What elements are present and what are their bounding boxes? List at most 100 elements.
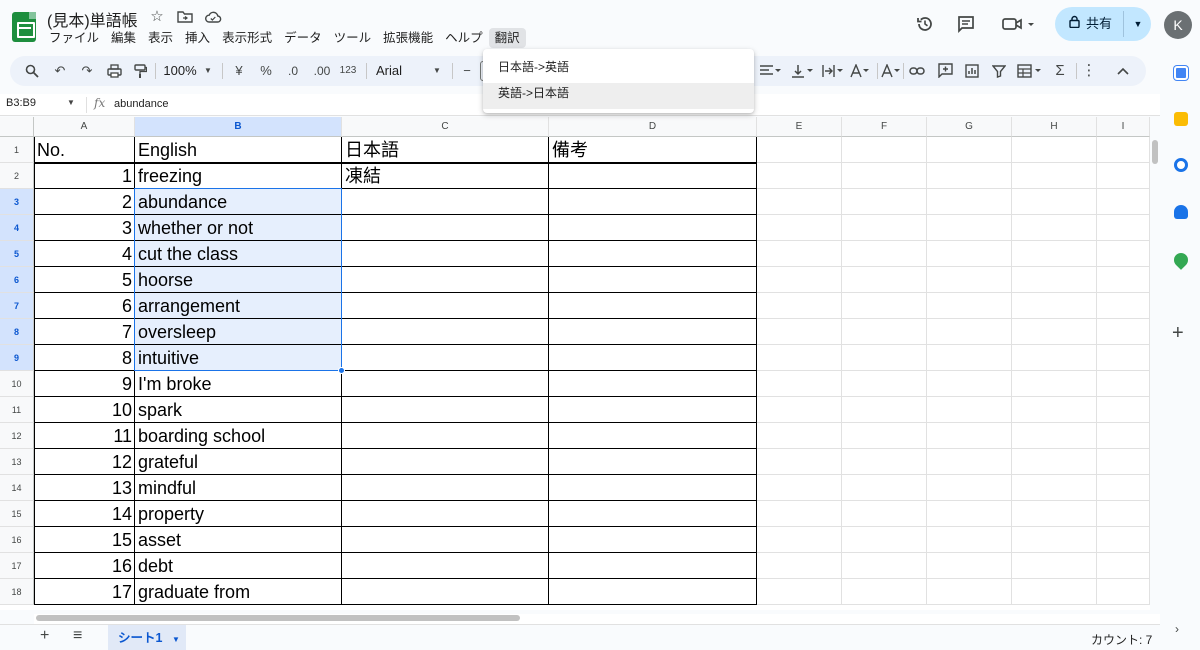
english-cell[interactable]: boarding school xyxy=(135,423,342,449)
meet-icon[interactable] xyxy=(998,8,1038,40)
add-sheet-icon[interactable]: + xyxy=(40,627,49,645)
note-cell[interactable] xyxy=(549,319,757,345)
header-cell[interactable]: 備考 xyxy=(549,137,757,163)
row-header-4[interactable]: 4 xyxy=(0,215,34,241)
sheet-tab-caret-icon[interactable]: ▼ xyxy=(172,635,180,644)
filter-icon[interactable] xyxy=(988,56,1010,86)
header-cell[interactable]: English xyxy=(135,137,342,163)
percent-format-button[interactable]: % xyxy=(256,56,276,86)
move-folder-icon[interactable] xyxy=(176,8,194,26)
number-cell[interactable]: 4 xyxy=(34,241,135,267)
english-cell[interactable]: freezing xyxy=(135,163,342,189)
column-header-c[interactable]: C xyxy=(342,117,549,137)
note-cell[interactable] xyxy=(549,163,757,189)
font-size-decrease-button[interactable]: − xyxy=(460,56,474,86)
number-cell[interactable]: 9 xyxy=(34,371,135,397)
menu-item-ja-to-en[interactable]: 日本語->英語 xyxy=(483,57,754,83)
font-select[interactable]: Arial xyxy=(376,56,436,86)
japanese-cell[interactable] xyxy=(342,215,549,241)
english-cell[interactable]: spark xyxy=(135,397,342,423)
formula-input[interactable]: abundance xyxy=(114,98,168,110)
collapse-icon[interactable] xyxy=(1114,56,1132,86)
menu-help[interactable]: ヘルプ xyxy=(439,28,489,48)
maps-icon[interactable] xyxy=(1171,250,1191,270)
row-header-6[interactable]: 6 xyxy=(0,267,34,293)
avatar[interactable]: K xyxy=(1164,11,1192,39)
number-cell[interactable]: 3 xyxy=(34,215,135,241)
row-header-8[interactable]: 8 xyxy=(0,319,34,345)
increase-decimals-button[interactable]: .00 xyxy=(309,56,335,86)
comment-icon[interactable] xyxy=(950,8,982,40)
menu-translate[interactable]: 翻訳 xyxy=(488,28,526,48)
history-icon[interactable] xyxy=(909,8,941,40)
row-header-10[interactable]: 10 xyxy=(0,371,34,397)
paint-format-icon[interactable] xyxy=(130,56,150,86)
menu-insert[interactable]: 挿入 xyxy=(179,28,216,48)
more-icon[interactable]: ⋮ xyxy=(1080,56,1098,86)
calendar-icon[interactable] xyxy=(1174,66,1188,80)
japanese-cell[interactable] xyxy=(342,293,549,319)
contacts-icon[interactable] xyxy=(1174,205,1188,219)
japanese-cell[interactable] xyxy=(342,397,549,423)
japanese-cell[interactable] xyxy=(342,501,549,527)
column-header-a[interactable]: A xyxy=(34,117,135,137)
note-cell[interactable] xyxy=(549,293,757,319)
currency-format-button[interactable]: ¥ xyxy=(230,56,248,86)
selection-count[interactable]: カウント: 7 xyxy=(1091,631,1152,648)
note-cell[interactable] xyxy=(549,397,757,423)
japanese-cell[interactable] xyxy=(342,449,549,475)
zoom-caret-icon[interactable]: ▼ xyxy=(202,56,214,86)
add-addon-icon[interactable]: + xyxy=(1172,322,1184,345)
all-sheets-icon[interactable]: ≡ xyxy=(73,627,82,645)
expand-panel-icon[interactable]: › xyxy=(1175,622,1179,636)
japanese-cell[interactable] xyxy=(342,241,549,267)
chart-icon[interactable] xyxy=(961,56,983,86)
cloud-saved-icon[interactable] xyxy=(204,8,222,26)
function-icon[interactable]: Σ xyxy=(1050,56,1070,86)
english-cell[interactable]: asset xyxy=(135,527,342,553)
number-cell[interactable]: 12 xyxy=(34,449,135,475)
english-cell[interactable]: graduate from xyxy=(135,579,342,605)
column-header-b[interactable]: B xyxy=(135,117,342,137)
column-header-h[interactable]: H xyxy=(1012,117,1097,137)
number-cell[interactable]: 1 xyxy=(34,163,135,189)
keep-icon[interactable] xyxy=(1174,112,1188,126)
number-cell[interactable]: 13 xyxy=(34,475,135,501)
row-header-1[interactable]: 1 xyxy=(0,137,34,163)
share-button-label[interactable]: 共有 xyxy=(1055,7,1123,41)
header-cell[interactable]: 日本語 xyxy=(342,137,549,163)
share-button[interactable]: 共有 ▼ xyxy=(1055,7,1151,41)
menu-view[interactable]: 表示 xyxy=(142,28,179,48)
note-cell[interactable] xyxy=(549,267,757,293)
table-view-icon[interactable] xyxy=(1015,56,1045,86)
number-format-button[interactable]: 123 xyxy=(337,56,359,86)
menu-edit[interactable]: 編集 xyxy=(105,28,142,48)
name-box[interactable]: B3:B9 xyxy=(6,97,36,109)
english-cell[interactable]: I'm broke xyxy=(135,371,342,397)
row-header-18[interactable]: 18 xyxy=(0,579,34,605)
japanese-cell[interactable] xyxy=(342,527,549,553)
row-header-14[interactable]: 14 xyxy=(0,475,34,501)
number-cell[interactable]: 5 xyxy=(34,267,135,293)
row-header-5[interactable]: 5 xyxy=(0,241,34,267)
sheets-logo-icon[interactable] xyxy=(12,12,36,42)
japanese-cell[interactable]: 凍結 xyxy=(342,163,549,189)
japanese-cell[interactable] xyxy=(342,475,549,501)
japanese-cell[interactable] xyxy=(342,371,549,397)
note-cell[interactable] xyxy=(549,189,757,215)
row-header-17[interactable]: 17 xyxy=(0,553,34,579)
row-header-15[interactable]: 15 xyxy=(0,501,34,527)
row-header-12[interactable]: 12 xyxy=(0,423,34,449)
note-cell[interactable] xyxy=(549,241,757,267)
column-header-i[interactable]: I xyxy=(1097,117,1150,137)
number-cell[interactable]: 7 xyxy=(34,319,135,345)
font-caret-icon[interactable]: ▼ xyxy=(431,56,443,86)
row-header-2[interactable]: 2 xyxy=(0,163,34,189)
select-all-corner[interactable] xyxy=(0,117,34,137)
note-cell[interactable] xyxy=(549,553,757,579)
tasks-icon[interactable] xyxy=(1174,158,1188,172)
note-cell[interactable] xyxy=(549,501,757,527)
english-cell[interactable]: debt xyxy=(135,553,342,579)
star-icon[interactable]: ☆ xyxy=(148,8,166,26)
row-header-3[interactable]: 3 xyxy=(0,189,34,215)
